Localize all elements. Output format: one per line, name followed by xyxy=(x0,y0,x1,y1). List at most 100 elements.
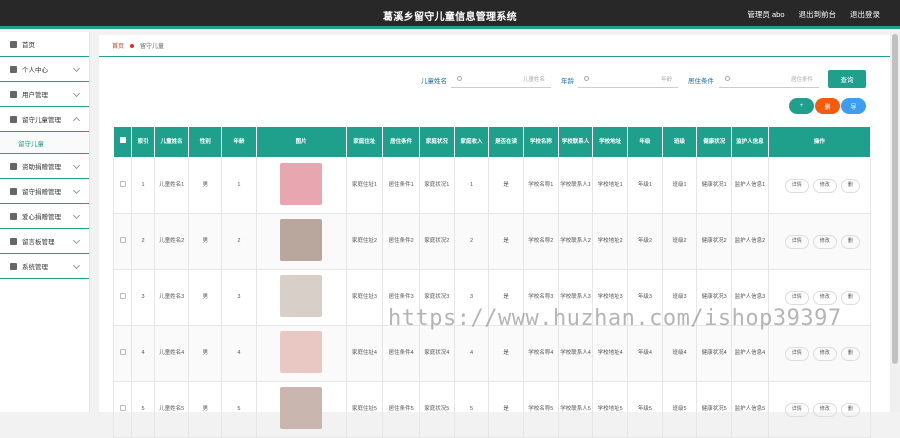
row-delete-button[interactable]: 删 xyxy=(840,234,860,249)
cell-name: 儿童姓名4 xyxy=(153,325,190,382)
cell-name: 儿童姓名3 xyxy=(153,269,190,326)
checkbox[interactable] xyxy=(119,137,126,143)
edit-button[interactable]: 修改 xyxy=(812,234,837,249)
cell-age: 2 xyxy=(221,213,257,270)
logout-link[interactable]: 退出登录 xyxy=(850,9,880,20)
cell-guardian: 监护人信息1 xyxy=(731,157,769,214)
sidebar-item-label: 留守儿童管理 xyxy=(22,117,61,124)
age-label: 年龄 xyxy=(561,78,574,85)
chevron-down-icon xyxy=(72,161,81,170)
detail-button[interactable]: 详情 xyxy=(784,402,809,417)
photo-cell xyxy=(255,157,347,214)
cell-name: 儿童姓名1 xyxy=(153,157,190,214)
header-links: 管理员 abo 退出到前台 退出登录 xyxy=(747,9,880,20)
age-search-input[interactable]: 年龄 xyxy=(578,70,678,88)
cell-class: 班级1 xyxy=(661,157,698,214)
sidebar-item-children[interactable]: 留守儿童管理 xyxy=(0,107,89,132)
row-select-cell[interactable] xyxy=(112,269,133,326)
query-button[interactable]: 查询 xyxy=(828,70,866,88)
row-delete-button[interactable]: 删 xyxy=(840,402,860,417)
select-all-header[interactable] xyxy=(112,126,133,158)
sidebar-item-home[interactable]: 首页 xyxy=(0,32,89,57)
cell-income: 4 xyxy=(453,325,490,382)
delete-button[interactable]: 删 xyxy=(815,98,840,114)
cell-grade: 年级4 xyxy=(627,325,663,382)
export-button[interactable]: 导 xyxy=(841,98,866,114)
edit-button[interactable]: 修改 xyxy=(812,178,837,193)
child-photo xyxy=(280,274,323,317)
checkbox[interactable] xyxy=(119,236,126,243)
chevron-down-icon xyxy=(72,186,81,195)
table-row[interactable]: 5 儿童姓名5 男 5 家庭住址5 居住条件5 家庭状况5 5 是学校名称5 学校联系人5 学校地址… xyxy=(112,381,872,438)
operations-cell: 详情 修改删 xyxy=(767,157,872,214)
cell-gender: 男 xyxy=(188,325,223,382)
children-table: 索引 儿童姓名 性别 年龄 图片 家庭住址 居住条件 家庭状况 家庭收入 是否在… xyxy=(112,126,872,438)
checkbox[interactable] xyxy=(119,404,126,411)
sidebar-item-messages[interactable]: 留言板管理 xyxy=(0,229,89,254)
row-select-cell[interactable] xyxy=(112,213,133,270)
column-header: 操作 xyxy=(767,126,872,158)
table-row[interactable]: 4 儿童姓名4 男 4 家庭住址4 居住条件4 家庭状况4 4 是学校名称4 学校联系人4 学校地址… xyxy=(112,325,872,382)
cell-grade: 年级2 xyxy=(627,213,663,270)
cell-gender: 男 xyxy=(188,157,223,214)
detail-button[interactable]: 详情 xyxy=(784,290,809,305)
column-header: 家庭收入 xyxy=(453,126,490,158)
row-select-cell[interactable] xyxy=(112,157,133,214)
cell-index: 3 xyxy=(131,269,155,326)
row-delete-button[interactable]: 删 xyxy=(840,290,860,305)
table-body: 1 儿童姓名1 男 1 家庭住址1 居住条件1 家庭状况1 1 是学校名称1 学校联系人1 学校地址… xyxy=(112,157,872,438)
cell-school-addr: 学校地址1 xyxy=(592,157,629,214)
table-row[interactable]: 1 儿童姓名1 男 1 家庭住址1 居住条件1 家庭状况1 1 是学校名称1 学校联系人1 学校地址… xyxy=(112,157,872,214)
column-header: 监护人信息 xyxy=(731,126,769,158)
edit-button[interactable]: 修改 xyxy=(812,346,837,361)
sidebar-item-profile[interactable]: 个人中心 xyxy=(0,57,89,82)
column-header: 年级 xyxy=(627,126,663,158)
chevron-up-icon xyxy=(72,116,81,125)
sidebar-item-users[interactable]: 用户管理 xyxy=(0,82,89,107)
scrollbar[interactable] xyxy=(890,32,900,412)
photo-cell xyxy=(255,325,347,382)
photo-cell xyxy=(255,269,347,326)
edit-button[interactable]: 修改 xyxy=(812,402,837,417)
photo-cell xyxy=(255,213,347,270)
breadcrumb: 首页 留守儿童 xyxy=(99,35,890,57)
checkbox[interactable] xyxy=(119,180,126,187)
submenu-children[interactable]: 留守儿童 xyxy=(0,132,89,154)
photo-cell xyxy=(255,381,347,438)
table-row[interactable]: 2 儿童姓名2 男 2 家庭住址2 居住条件2 家庭状况2 2 是学校名称2 学校联系人2 学校地址… xyxy=(112,213,872,270)
breadcrumb-home[interactable]: 首页 xyxy=(112,41,124,50)
row-delete-button[interactable]: 删 xyxy=(840,178,860,193)
add-button[interactable]: + xyxy=(789,98,814,114)
cell-school: 学校名称2 xyxy=(523,213,559,270)
child-photo xyxy=(280,330,323,373)
exit-to-frontend-link[interactable]: 退出到前台 xyxy=(799,9,837,20)
detail-button[interactable]: 详情 xyxy=(784,346,809,361)
sidebar-item-aid-donation[interactable]: 资助捐赠管理 xyxy=(0,154,89,179)
condition-search-input[interactable]: 居住条件 xyxy=(719,70,819,88)
scrollbar-thumb[interactable] xyxy=(892,34,898,364)
checkbox[interactable] xyxy=(119,348,126,355)
detail-button[interactable]: 详情 xyxy=(784,234,809,249)
cell-school: 学校名称4 xyxy=(523,325,559,382)
cell-income: 2 xyxy=(453,213,490,270)
chevron-down-icon xyxy=(72,261,81,270)
edit-button[interactable]: 修改 xyxy=(812,290,837,305)
watermark: https://www.huzhan.com/ishop39397 xyxy=(388,306,842,331)
cell-studying: 是 xyxy=(488,381,524,438)
sidebar-item-love-donation[interactable]: 爱心捐赠管理 xyxy=(0,204,89,229)
row-select-cell[interactable] xyxy=(112,325,133,382)
cell-address: 家庭住址2 xyxy=(345,213,384,270)
column-header: 是否在读 xyxy=(488,126,524,158)
user-icon xyxy=(10,65,17,73)
admin-user-link[interactable]: 管理员 abo xyxy=(747,9,784,20)
row-select-cell[interactable] xyxy=(112,381,133,438)
sidebar-item-stay-donation[interactable]: 留守捐赠管理 xyxy=(0,179,89,204)
child-icon xyxy=(10,115,17,123)
sidebar-item-system[interactable]: 系统管理 xyxy=(0,254,89,279)
cell-living: 居住条件2 xyxy=(382,213,420,270)
name-search-input[interactable]: 儿童姓名 xyxy=(451,70,551,88)
detail-button[interactable]: 详情 xyxy=(784,178,809,193)
checkbox[interactable] xyxy=(119,292,126,299)
child-photo xyxy=(280,218,323,261)
row-delete-button[interactable]: 删 xyxy=(840,346,860,361)
